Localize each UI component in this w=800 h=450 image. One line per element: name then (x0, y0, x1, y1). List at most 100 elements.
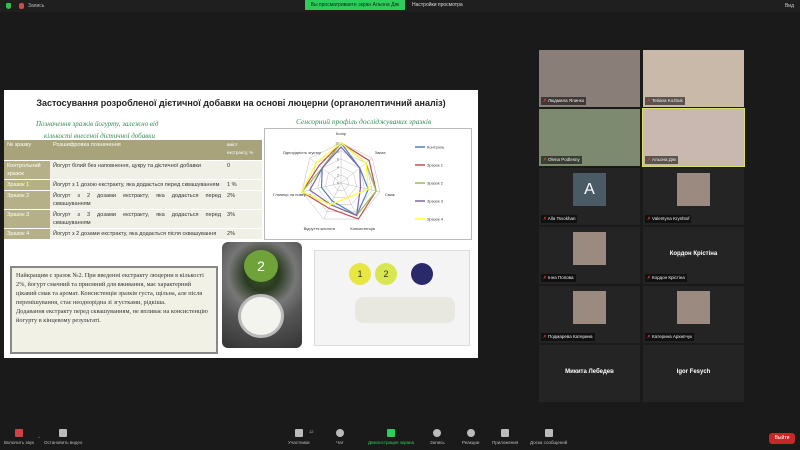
lid-label: 2 (244, 250, 278, 282)
avatar (573, 232, 606, 265)
chat-button[interactable]: Чат (336, 429, 344, 445)
sample-cell: Зразок 1 (4, 179, 50, 191)
table-row: Зразок 1 Йогурт з 1 дозою екстракту, яка … (4, 179, 262, 191)
participant-tile[interactable]: Tetiana Kozbuk (643, 50, 744, 107)
participant-name: Альона Дяк (645, 156, 679, 164)
participant-tile[interactable]: Olena Podlesny (539, 109, 640, 166)
whiteboard-button[interactable]: Доска сообщений (530, 429, 567, 445)
participant-name: Інна Попова (541, 274, 576, 282)
yogurt-photo: 2 (222, 242, 302, 348)
legend-label: Зразок 3 (427, 199, 444, 204)
note-paragraph-2: Додавання екстракту перед сквашуванням, … (16, 308, 208, 324)
shared-slide: Застосування розробленої дієтичної добав… (4, 90, 478, 358)
top-bar: Запись Вы просматриваете экран Альона Дя… (0, 0, 800, 12)
stop-video-button[interactable]: Остановить видео (44, 429, 82, 445)
lid-label: 2 (375, 263, 397, 285)
tick-label: 0 (337, 182, 339, 186)
recording-label: Запись (28, 3, 45, 9)
header-cell: Розшифровка позначення (50, 140, 224, 161)
extract-cell: 2% (224, 190, 262, 210)
extract-cell: 1 % (224, 179, 262, 191)
chat-icon (336, 429, 344, 437)
description-cell: Йогурт з 2 дозами екстракту, яка додаєть… (50, 228, 224, 240)
participant-tile[interactable]: Микита Лебедев (539, 345, 640, 402)
sample-cell: Зразок 3 (4, 209, 50, 229)
unmute-label: Включить звук (4, 440, 35, 445)
lid-label: 1 (349, 263, 371, 285)
series-line (309, 146, 362, 217)
view-options-button[interactable]: Настройки просмотра (412, 2, 463, 8)
apps-button[interactable]: Приложения (492, 429, 518, 445)
slide-title: Застосування розробленої дієтичної добав… (36, 98, 446, 108)
legend-label: Контроль (427, 145, 444, 150)
tick-label: 4 (337, 166, 339, 170)
participant-tile[interactable]: Valentyna Kryshtof (643, 168, 744, 225)
reactions-label: Реакции (462, 440, 480, 445)
avatar (573, 291, 606, 324)
participant-tile[interactable]: Igor Fesych (643, 345, 744, 402)
participant-display-name: Микита Лебедев (565, 369, 614, 375)
participant-tile[interactable]: Катерина Архипчук (643, 286, 744, 343)
extract-cell: 0 (224, 160, 262, 180)
participant-tile[interactable]: Інна Попова (539, 227, 640, 284)
muted-mic-icon (15, 429, 23, 437)
participant-tile[interactable]: Людмила Ялинко (539, 50, 640, 107)
header-cell: № зразку (4, 140, 50, 161)
participants-button[interactable]: Участники (288, 429, 310, 445)
legend-label: Зразок 2 (427, 181, 444, 186)
security-shield-icon[interactable] (6, 3, 11, 9)
description-cell: Йогурт з 3 дозами екстракту, яка додаєть… (50, 209, 224, 229)
chevron-up-icon[interactable]: ^ (38, 435, 40, 440)
meeting-toolbar: Включить звук ^ Остановить видео Участни… (0, 425, 800, 450)
participant-name: Valentyna Kryshtof (645, 215, 692, 223)
participant-name: Катерина Архипчук (645, 333, 695, 341)
participant-tile[interactable]: Кордон Крістіна Кордон Крістіна (643, 227, 744, 284)
share-label: Демонстрация экрана (368, 440, 414, 445)
conclusion-note: Найкращим є зразок №2. При введенні екст… (10, 266, 218, 354)
table-row: Контрольний зразок Йогурт білий без напов… (4, 160, 262, 180)
tick-label: 6 (337, 158, 339, 162)
record-button[interactable]: Запись (430, 429, 445, 445)
avatar (677, 291, 710, 324)
participant-name: Людмила Ялинко (541, 97, 587, 105)
dark-lid (411, 263, 433, 285)
axis-label: Колір (336, 131, 347, 136)
samples-photo: 1 2 (314, 250, 470, 346)
unmute-button[interactable]: Включить звук (4, 429, 34, 445)
description-cell: Йогурт з 2 дозами екстракту, яка додаєть… (50, 190, 224, 210)
axis-label: Запах (375, 150, 386, 155)
note-paragraph-1: Найкращим є зразок №2. При введенні екст… (16, 272, 204, 306)
axis-label: Однорідність згустку (283, 150, 321, 155)
avatar (677, 173, 710, 206)
view-button[interactable]: Вид (785, 3, 794, 9)
axis-label: Смак (385, 192, 395, 197)
extract-cell: 3% (224, 209, 262, 229)
participant-name: Olena Podlesny (541, 156, 582, 164)
table-caption: Позначення зразків йогурту, залежно від к… (36, 118, 158, 142)
participant-name: Tetiana Kozbuk (645, 97, 685, 105)
participants-label: Участники (288, 440, 310, 445)
participant-tile[interactable]: Подмарева Катерина (539, 286, 640, 343)
radar-chart: Колір Запах Смак Консистенція Відчуття кисло… (264, 128, 472, 240)
yogurt-cups (355, 297, 455, 323)
participant-tile[interactable]: Альона Дяк (642, 108, 745, 167)
description-cell: Йогурт з 1 дозою екстракту, яка додаєтьс… (50, 179, 224, 191)
axis-label: Консистенція (350, 226, 375, 231)
share-screen-button[interactable]: Демонстрация экрана (368, 429, 414, 445)
axis-label: Відчуття кислоти (304, 226, 335, 231)
recording-icon (19, 3, 24, 9)
stop-video-label: Остановить видео (44, 440, 83, 445)
table-row: Зразок 2 Йогурт з 2 дозами екстракту, яка… (4, 190, 262, 210)
table-row: Зразок 3 Йогурт з 3 дозами екстракту, яка… (4, 209, 262, 229)
samples-table: № зразку Розшифровка позначення вміст ек… (4, 140, 262, 240)
share-screen-icon (386, 429, 395, 437)
tick-label: 2 (337, 174, 339, 178)
record-icon (433, 429, 442, 437)
leave-button[interactable]: Выйти (769, 433, 795, 444)
participant-display-name: Кордон Крістіна (669, 251, 718, 257)
record-label: Запись (430, 440, 445, 445)
participant-tile[interactable]: A Alla Tsvokhan (539, 168, 640, 225)
reactions-button[interactable]: Реакции (462, 429, 479, 445)
participant-name: Кордон Крістіна (645, 274, 687, 282)
header-cell: вміст екстракту, % (224, 140, 262, 161)
